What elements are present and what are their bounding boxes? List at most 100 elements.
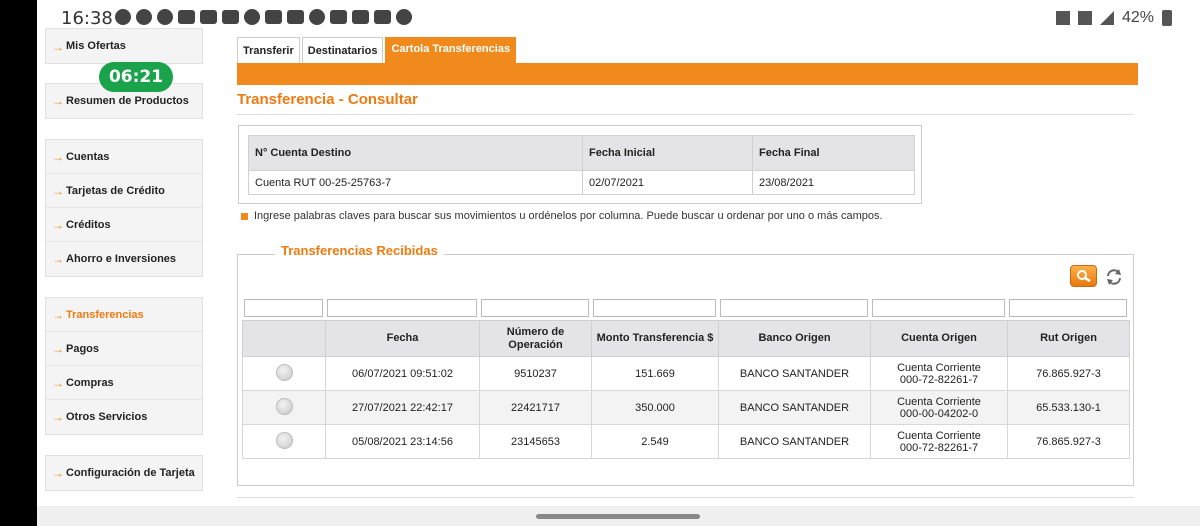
- arrow-right-icon: →: [52, 183, 64, 198]
- sidebar-item-creditos[interactable]: → Créditos: [46, 208, 202, 242]
- status-clock: 16:38: [61, 8, 113, 29]
- arrow-right-icon: →: [52, 40, 64, 54]
- tab-destinatarios[interactable]: Destinatarios: [301, 37, 384, 63]
- refresh-icon: [1107, 269, 1121, 285]
- battery-percent: 42%: [1121, 9, 1154, 26]
- row-select-cell: [242, 356, 326, 391]
- column-header-fecha-inicial: Fecha Inicial: [582, 135, 753, 171]
- sidebar-item-tarjetas-credito[interactable]: → Tarjetas de Crédito: [46, 174, 202, 208]
- table-row[interactable]: 06/07/2021 09:51:02 9510237 151.669 BANC…: [242, 356, 1130, 391]
- youtube-icon: [200, 10, 217, 24]
- received-transfers-table: Fecha Número de Operación Monto Transfer…: [242, 320, 1130, 459]
- search-button[interactable]: [1070, 265, 1097, 287]
- banco-cell: BANCO SANTANDER: [718, 356, 871, 391]
- sidebar-item-transferencias[interactable]: → Transferencias: [46, 298, 202, 332]
- app-notification-icon: [330, 10, 347, 24]
- sidebar-item-otros-servicios[interactable]: → Otros Servicios: [46, 400, 202, 434]
- signal-icon: [1099, 11, 1114, 25]
- table-row[interactable]: 27/07/2021 22:42:17 22421717 350.000 BAN…: [242, 390, 1130, 425]
- bullet-icon: [241, 212, 248, 220]
- filter-input-monto[interactable]: [593, 299, 716, 317]
- account-summary-box: N° Cuenta Destino Fecha Inicial Fecha Fi…: [238, 125, 922, 204]
- arrow-right-icon: →: [52, 375, 64, 390]
- row-radio-button[interactable]: [275, 431, 293, 449]
- table-row[interactable]: 05/08/2021 23:14:56 23145653 2.549 BANCO…: [242, 424, 1130, 459]
- arrow-right-icon: →: [52, 341, 64, 356]
- row-radio-button[interactable]: [275, 363, 293, 381]
- column-header-cuenta-destino: N° Cuenta Destino: [248, 135, 583, 171]
- facebook-icon: [136, 9, 152, 25]
- row-select-cell: [242, 390, 326, 425]
- column-header-operacion[interactable]: Número de Operación: [479, 320, 592, 357]
- navigation-bar: [37, 506, 1200, 526]
- cuenta-numero: 000-72-82261-7: [899, 373, 979, 386]
- sidebar-item-mis-ofertas[interactable]: → Mis Ofertas: [46, 29, 202, 63]
- sidebar-group-products: → Cuentas → Tarjetas de Crédito → Crédit…: [45, 139, 203, 277]
- filter-input-operacion[interactable]: [481, 299, 589, 317]
- home-gesture-handle[interactable]: [536, 514, 700, 519]
- tab-transferir[interactable]: Transferir: [237, 37, 300, 63]
- divider: [237, 497, 1134, 498]
- cuenta-cell: Cuenta Corriente 000-72-82261-7: [870, 356, 1008, 391]
- operacion-cell: 23145653: [479, 424, 592, 459]
- battery-icon: [1162, 10, 1172, 26]
- search-icon: [1076, 270, 1091, 283]
- gmail-icon: [265, 10, 282, 24]
- sidebar-item-pagos[interactable]: → Pagos: [46, 332, 202, 366]
- filter-input-rut[interactable]: [1009, 299, 1127, 317]
- row-select-cell: [242, 424, 326, 459]
- received-transfers-title: Transferencias Recibidas: [275, 243, 444, 258]
- facebook-icon: [244, 9, 260, 25]
- fecha-cell: 05/08/2021 23:14:56: [325, 424, 480, 459]
- missed-call-icon: [115, 9, 131, 25]
- search-hint-text: Ingrese palabras claves para buscar sus …: [254, 210, 883, 222]
- app-notification-icon: [352, 10, 369, 24]
- sidebar-group-offers: → Mis Ofertas: [45, 28, 203, 64]
- filter-input-banco[interactable]: [720, 299, 868, 317]
- rut-cell: 76.865.927-3: [1007, 424, 1130, 459]
- column-header-cuenta-origen[interactable]: Cuenta Origen: [870, 320, 1008, 357]
- column-header-banco-origen[interactable]: Banco Origen: [718, 320, 871, 357]
- page-title: Transferencia - Consultar: [237, 91, 418, 108]
- facebook-icon: [157, 9, 173, 25]
- sidebar-item-compras[interactable]: → Compras: [46, 366, 202, 400]
- row-radio-button[interactable]: [275, 397, 293, 415]
- cuenta-destino-value: Cuenta RUT 00-25-25763-7: [248, 170, 583, 195]
- cuenta-tipo: Cuenta Corriente: [897, 429, 981, 442]
- sidebar-group-config: → Configuración de Tarjeta: [45, 455, 203, 491]
- rut-cell: 65.533.130-1: [1007, 390, 1130, 425]
- notification-icons: [115, 9, 412, 25]
- drive-icon: [287, 10, 304, 24]
- device-screen: 16:38 42% → Mis Ofertas → Resumen de Pro…: [37, 0, 1200, 526]
- sidebar-item-configuracion-tarjeta[interactable]: → Configuración de Tarjeta: [46, 456, 202, 490]
- tab-bar: Transferir Destinatarios Cartola Transfe…: [237, 37, 517, 63]
- sidebar-item-cuentas[interactable]: → Cuentas: [46, 140, 202, 174]
- column-header-rut-origen[interactable]: Rut Origen: [1007, 320, 1130, 357]
- tab-cartola-transferencias[interactable]: Cartola Transferencias: [385, 37, 517, 63]
- news-icon: [374, 10, 391, 24]
- filter-input-fecha[interactable]: [327, 299, 477, 317]
- filter-input-cuenta[interactable]: [872, 299, 1005, 317]
- location-icon: [396, 9, 412, 25]
- fecha-inicial-value: 02/07/2021: [582, 170, 753, 195]
- operacion-cell: 22421717: [479, 390, 592, 425]
- fecha-final-value: 23/08/2021: [752, 170, 915, 195]
- column-header-select: [242, 320, 326, 357]
- search-hint: Ingrese palabras claves para buscar sus …: [241, 210, 883, 222]
- monto-cell: 350.000: [591, 390, 719, 425]
- filter-input-select[interactable]: [244, 299, 323, 317]
- sidebar-item-ahorro-inversiones[interactable]: → Ahorro e Inversiones: [46, 242, 202, 276]
- refresh-button[interactable]: [1104, 267, 1124, 287]
- rut-cell: 76.865.927-3: [1007, 356, 1130, 391]
- arrow-right-icon: →: [52, 94, 64, 108]
- cuenta-cell: Cuenta Corriente 000-00-04202-0: [870, 390, 1008, 425]
- column-header-fecha[interactable]: Fecha: [325, 320, 480, 357]
- arrow-right-icon: →: [52, 252, 64, 266]
- banco-cell: BANCO SANTANDER: [718, 424, 871, 459]
- cuenta-numero: 000-72-82261-7: [899, 441, 979, 454]
- column-header-monto[interactable]: Monto Transferencia $: [591, 320, 719, 357]
- operacion-cell: 9510237: [479, 356, 592, 391]
- cuenta-numero: 000-00-04202-0: [899, 407, 979, 420]
- bluetooth-icon: [1055, 11, 1070, 25]
- column-header-operacion-label: Número de Operación: [506, 325, 565, 351]
